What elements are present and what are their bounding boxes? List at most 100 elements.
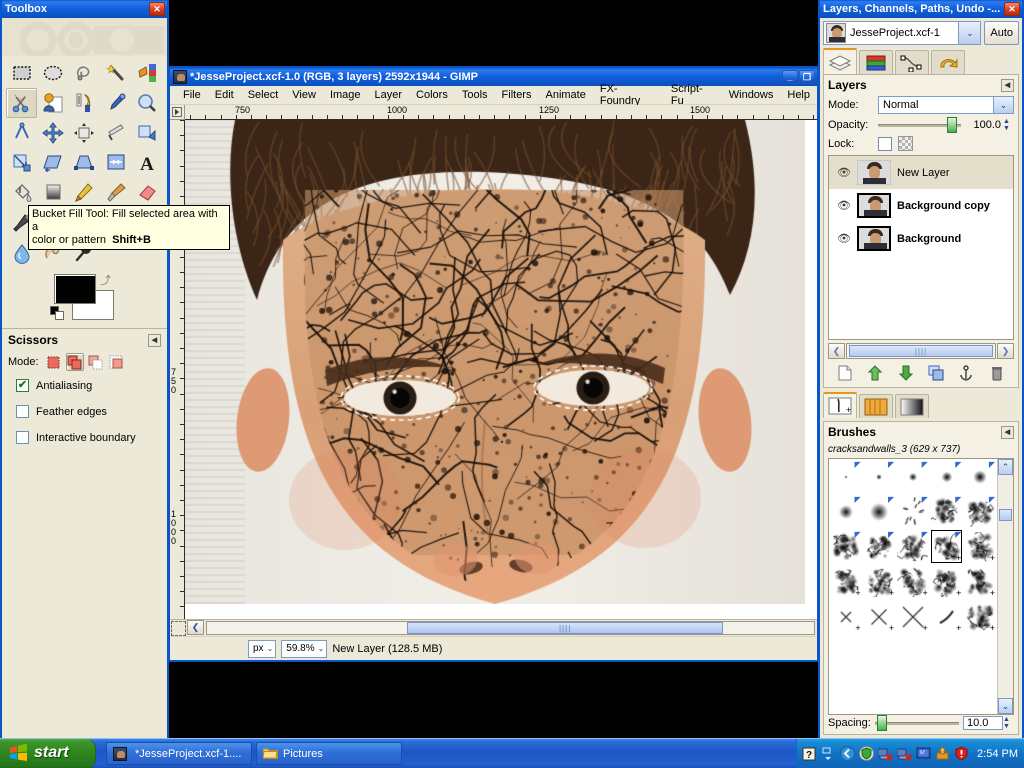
rect-select-tool[interactable] [6,58,37,88]
image-canvas[interactable] [185,120,817,619]
chevron-left-icon[interactable] [839,746,855,762]
move-tool[interactable] [37,118,68,148]
brush-cell[interactable]: ◤ [896,529,930,564]
update-icon[interactable] [934,746,950,762]
menu-layer[interactable]: Layer [368,87,410,103]
menu-help[interactable]: Help [780,87,817,103]
maximize-icon[interactable]: ❐ [799,70,815,84]
scroll-right-icon[interactable]: ❯ [997,343,1014,359]
menu-tools[interactable]: Tools [455,87,495,103]
scale-tool[interactable] [6,148,37,178]
horizontal-scrollbar[interactable]: |||| [206,621,815,635]
close-icon[interactable]: ✕ [149,2,165,16]
eraser-tool[interactable] [132,178,163,208]
tab-channels[interactable] [859,50,893,74]
scroll-up-icon[interactable]: ⌃ [998,459,1013,475]
menu-view[interactable]: View [285,87,323,103]
taskbar-button-gimp[interactable]: *JesseProject.xcf-1.... [106,742,252,765]
menu-image[interactable]: Image [323,87,368,103]
scrollbar-thumb[interactable]: |||| [407,622,723,634]
brush-cell[interactable]: + [963,529,997,564]
tab-brushes[interactable]: + [823,392,857,418]
shear-tool[interactable] [37,148,68,178]
anchor-layer-button[interactable] [955,364,977,382]
blend-tool[interactable] [37,178,68,208]
quick-mask-toggle[interactable] [171,621,186,636]
mode-add-button[interactable] [66,353,84,371]
layer-row-new-layer[interactable]: 👁 New Layer [829,156,1013,189]
brush-cell[interactable]: + [829,564,863,599]
opacity-slider[interactable] [878,118,961,132]
mode-intersect-button[interactable] [108,353,126,371]
zoom-tool[interactable] [132,88,163,118]
ellipse-select-tool[interactable] [37,58,68,88]
spacing-stepper[interactable]: ▲ ▼ [1003,716,1014,730]
brush-scrollbar[interactable]: ⌃ ⌄ [997,459,1013,714]
brush-cell[interactable]: ◤ [829,529,863,564]
horizontal-ruler[interactable]: 750 1000 1250 1500 [185,105,817,120]
feather-edges-option[interactable]: Feather edges [16,405,161,418]
default-colors-icon[interactable] [50,306,64,320]
mode-replace-button[interactable] [45,353,63,371]
brush-cell[interactable]: ◤ [930,459,964,494]
brush-cell[interactable]: + [863,564,897,599]
scissors-select-tool[interactable] [6,88,37,118]
tab-layers[interactable] [823,48,857,74]
brush-cell[interactable]: ◤ [863,459,897,494]
antialiasing-checkbox[interactable] [16,379,29,392]
align-tool[interactable] [69,118,100,148]
tab-paths[interactable] [895,50,929,74]
menu-filters[interactable]: Filters [495,87,539,103]
spacing-slider[interactable] [875,716,959,730]
lock-pixels-checkbox[interactable] [878,137,892,151]
paths-tool[interactable] [69,88,100,118]
security-alert-icon[interactable] [953,746,969,762]
interactive-boundary-option[interactable]: Interactive boundary [16,431,161,444]
layer-row-background[interactable]: 👁 Background [829,222,1013,255]
scroll-thumb[interactable]: |||| [849,345,993,357]
tab-gradients[interactable] [895,394,929,418]
network-disconnected2-icon[interactable] [896,746,912,762]
scroll-left-icon[interactable]: ❮ [828,343,845,359]
measure-tool[interactable] [6,118,37,148]
brush-cell[interactable]: + [896,599,930,634]
clock[interactable]: 2:54 PM [977,748,1018,760]
auto-follow-button[interactable]: Auto [984,21,1019,45]
new-layer-button[interactable] [834,364,856,382]
pencil-tool[interactable] [69,178,100,208]
brush-cell[interactable]: + [829,599,863,634]
eye-icon[interactable]: 👁 [831,166,857,179]
duplicate-layer-button[interactable] [925,364,947,382]
layer-list[interactable]: 👁 New Layer 👁 Background copy 👁 Backgrou… [828,155,1014,340]
brush-cell[interactable]: ◤ [863,529,897,564]
swap-colors-icon[interactable]: ⤴ [100,272,111,288]
help-icon[interactable]: ? [801,746,817,762]
menu-colors[interactable]: Colors [409,87,455,103]
show-hidden-icon[interactable] [820,746,836,762]
brush-cell[interactable]: + [963,599,997,634]
brush-cell[interactable]: + [896,564,930,599]
layers-dock-titlebar[interactable]: Layers, Channels, Paths, Undo -... ✕ [820,0,1022,18]
eye-icon[interactable]: 👁 [831,199,857,212]
fuzzy-select-tool[interactable] [100,58,131,88]
flip-tool[interactable] [100,148,131,178]
layer-row-background-copy[interactable]: 👁 Background copy [829,189,1013,222]
chevron-down-icon[interactable]: ⌄ [959,21,981,45]
toolbox-titlebar[interactable]: Toolbox ✕ [2,0,167,18]
network-disconnected-icon[interactable] [877,746,893,762]
tab-undo-history[interactable] [931,50,965,74]
scroll-down-icon[interactable]: ⌄ [998,698,1013,714]
brush-cell[interactable]: ◤ [863,494,897,529]
vertical-ruler[interactable]: 750 1000 [170,120,185,619]
brush-cell[interactable]: ◤ [963,494,997,529]
lock-alpha-icon[interactable] [898,136,913,151]
start-button[interactable]: start [0,739,96,768]
close-icon[interactable]: ✕ [1004,2,1020,16]
brush-cell[interactable]: + [863,599,897,634]
layer-list-scrollbar[interactable]: ❮ |||| ❯ [828,342,1014,360]
display-icon[interactable] [915,746,931,762]
raise-layer-button[interactable] [864,364,886,382]
antialiasing-option[interactable]: Antialiasing [16,379,161,392]
brush-scroll-thumb[interactable] [999,509,1012,521]
chevron-down-icon[interactable]: ⌄ [993,97,1013,113]
